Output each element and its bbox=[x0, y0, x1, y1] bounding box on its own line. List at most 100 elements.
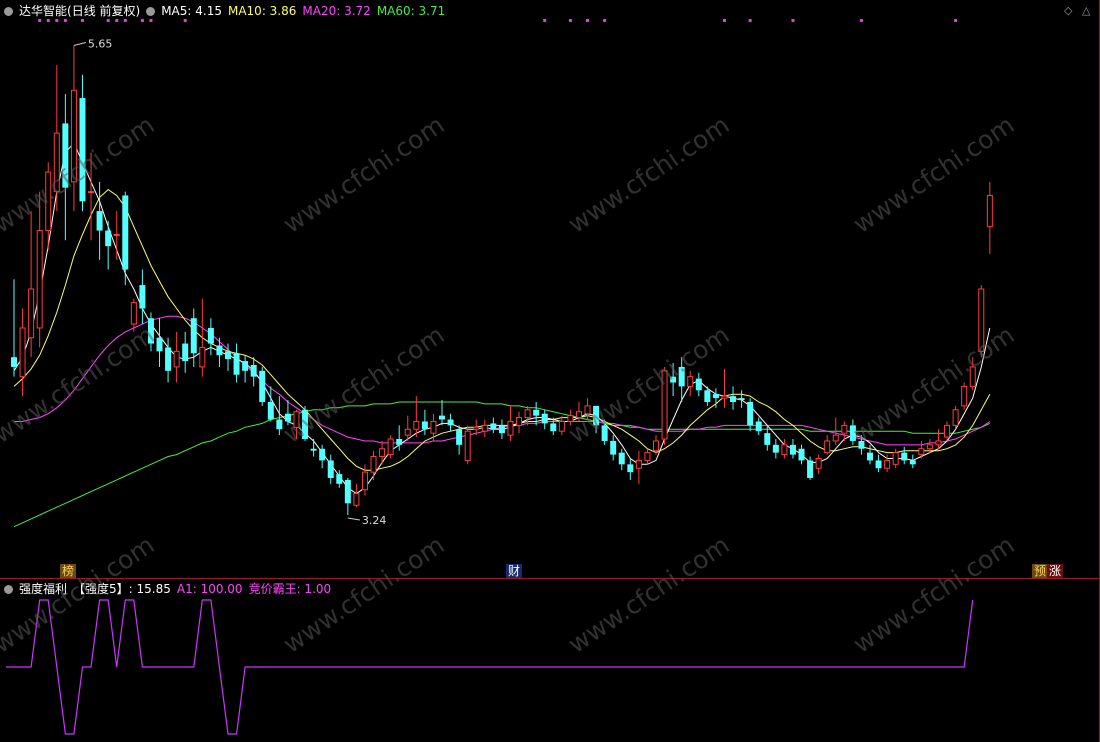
signal-dot bbox=[140, 19, 144, 22]
candle-body bbox=[730, 396, 737, 402]
candle-body bbox=[507, 420, 514, 436]
signal-dot bbox=[80, 19, 84, 22]
indicator-bidking: 竞价霸王: 1.00 bbox=[248, 582, 332, 596]
candle-body bbox=[404, 428, 411, 436]
candle-body bbox=[45, 171, 52, 232]
candle-body bbox=[918, 448, 925, 456]
candle-body bbox=[789, 444, 796, 455]
candle-body bbox=[858, 440, 865, 449]
candle-body bbox=[772, 444, 779, 453]
candle-body bbox=[892, 452, 899, 465]
candle-body bbox=[618, 452, 625, 465]
settings-circle-icon[interactable] bbox=[4, 7, 13, 16]
candle-body bbox=[387, 438, 394, 456]
candle-body bbox=[456, 429, 463, 445]
candle-body bbox=[344, 479, 351, 504]
low-price-label: 3.24 bbox=[362, 514, 387, 527]
marker-cai[interactable]: 财 bbox=[506, 564, 523, 578]
candle-body bbox=[764, 433, 771, 445]
stock-name: 达华智能 bbox=[19, 4, 68, 18]
candle-body bbox=[824, 440, 831, 454]
candle-body bbox=[601, 425, 608, 441]
high-price-label: 5.65 bbox=[88, 37, 113, 50]
candle-body bbox=[11, 357, 17, 367]
signal-dot bbox=[748, 19, 752, 22]
candle-body bbox=[635, 459, 642, 469]
candle-body bbox=[781, 444, 788, 456]
candle-body bbox=[199, 346, 206, 368]
candle-body bbox=[293, 411, 300, 428]
candle-body bbox=[807, 460, 814, 478]
candle-body bbox=[798, 448, 805, 461]
candle-body bbox=[182, 343, 189, 362]
candle-body bbox=[447, 419, 454, 426]
candle-body bbox=[867, 452, 873, 461]
candle-body bbox=[909, 460, 916, 465]
diamond-icon[interactable]: ◇ bbox=[1064, 4, 1072, 17]
candle-body bbox=[96, 211, 103, 231]
candle-body bbox=[267, 401, 274, 420]
candle-body bbox=[610, 440, 617, 455]
period-label[interactable]: (日线 前复权) bbox=[67, 4, 140, 18]
candle-body bbox=[421, 421, 428, 430]
candle-body bbox=[370, 456, 377, 473]
candle-body bbox=[849, 425, 856, 441]
candle-body bbox=[216, 345, 223, 356]
dropdown-circle-icon[interactable] bbox=[146, 7, 156, 16]
candle-body bbox=[396, 439, 403, 445]
candle-body bbox=[481, 424, 488, 432]
candle-body bbox=[550, 423, 557, 432]
ma10-label: MA10: 3.86 bbox=[227, 4, 297, 18]
signal-dot bbox=[586, 19, 590, 22]
indicator-line bbox=[6, 599, 974, 735]
candlestick-chart[interactable]: 5.65 3.24 bbox=[0, 0, 1100, 742]
candle-body bbox=[259, 370, 266, 402]
candle-body bbox=[584, 405, 591, 415]
candle-body bbox=[242, 361, 249, 371]
candle-body bbox=[884, 459, 891, 469]
indicator-settings-icon[interactable] bbox=[4, 585, 13, 594]
candle-body bbox=[173, 350, 180, 368]
signal-dot bbox=[543, 19, 547, 22]
candle-body bbox=[687, 376, 694, 387]
candle-body bbox=[19, 327, 26, 378]
candle-body bbox=[284, 413, 291, 422]
candle-body bbox=[36, 230, 43, 329]
ma60-label: MA60: 3.71 bbox=[376, 4, 446, 18]
candle-body bbox=[319, 448, 326, 461]
candle-body bbox=[661, 370, 668, 440]
indicator-name[interactable]: 强度福利 bbox=[19, 582, 67, 596]
signal-dot bbox=[603, 19, 607, 22]
candle-body bbox=[593, 405, 600, 426]
candle-body bbox=[105, 230, 112, 247]
candle-body bbox=[541, 413, 548, 424]
candle-body bbox=[336, 474, 343, 484]
candle-body bbox=[567, 415, 574, 422]
marker-bang[interactable]: 榜 bbox=[60, 564, 77, 578]
candle-body bbox=[327, 460, 334, 478]
marker-zhang[interactable]: 涨 bbox=[1047, 564, 1064, 578]
candle-body bbox=[755, 421, 762, 432]
candle-body bbox=[439, 415, 445, 420]
candle-body bbox=[79, 98, 86, 202]
candle-body bbox=[139, 285, 146, 309]
candle-body bbox=[961, 385, 968, 407]
candle-body bbox=[575, 411, 582, 419]
signal-dot bbox=[722, 19, 726, 22]
caret-up-icon[interactable]: △ bbox=[1082, 4, 1090, 17]
candle-body bbox=[122, 195, 129, 270]
candle-body bbox=[147, 318, 154, 344]
candle-body bbox=[88, 191, 95, 194]
candle-body bbox=[875, 460, 882, 469]
candle-body bbox=[498, 425, 505, 434]
signal-dot bbox=[38, 19, 42, 22]
candle-body bbox=[747, 401, 754, 426]
candle-body bbox=[944, 424, 951, 438]
signal-dot bbox=[123, 19, 127, 22]
candle-body bbox=[225, 351, 231, 360]
candle-body bbox=[53, 132, 60, 193]
marker-yu[interactable]: 预 bbox=[1032, 564, 1049, 578]
signal-dot bbox=[63, 19, 67, 22]
candle-body bbox=[644, 452, 651, 461]
candle-body bbox=[841, 424, 848, 434]
